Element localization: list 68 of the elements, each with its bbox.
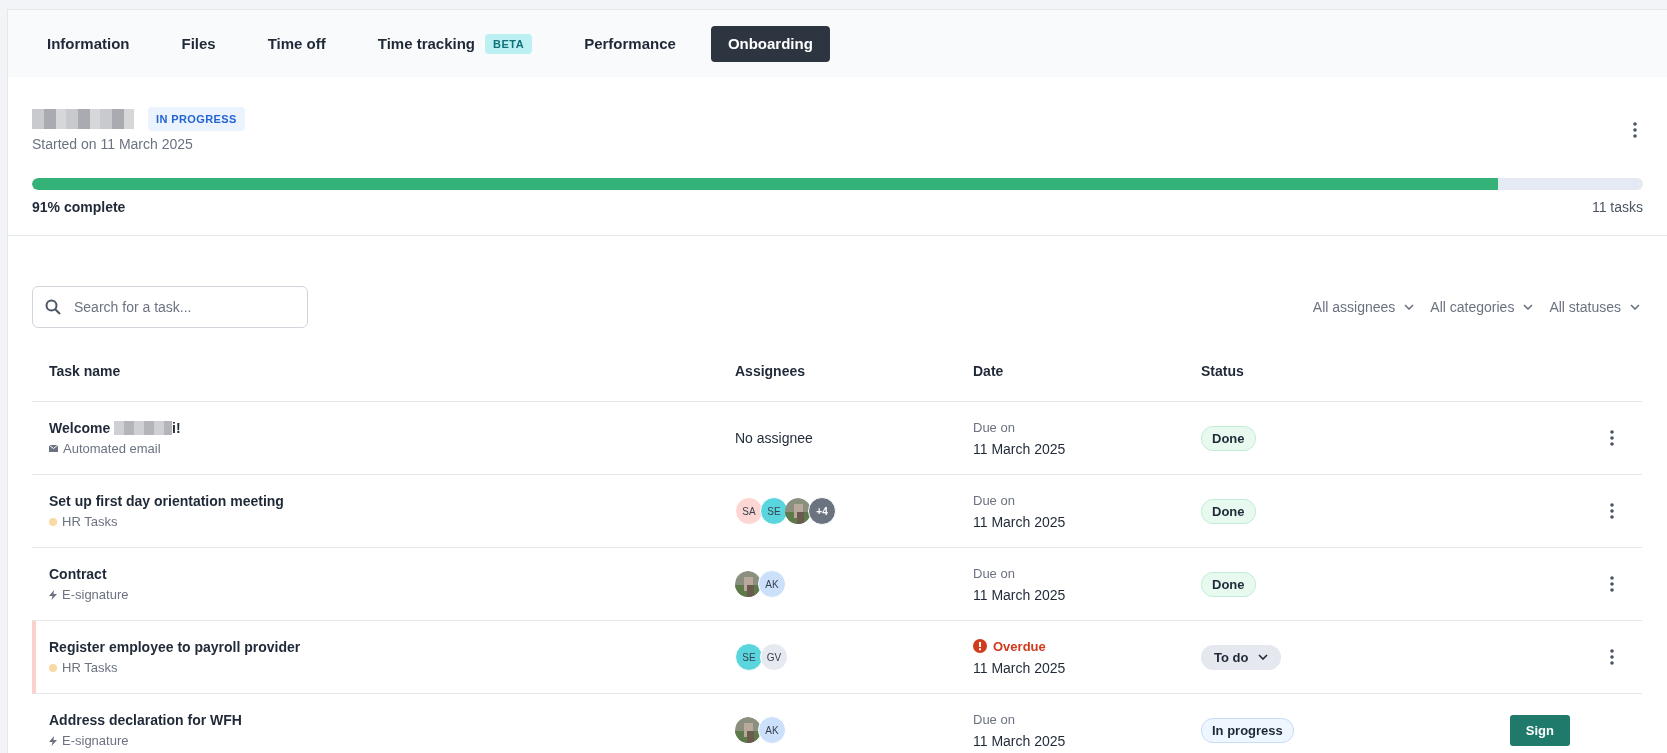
assignee-text: No assignee (735, 430, 813, 446)
sign-button[interactable]: Sign (1509, 714, 1570, 746)
task-category: HR Tasks (62, 660, 118, 675)
tab[interactable]: Performance (567, 25, 693, 62)
avatar: AK (758, 716, 786, 744)
filter-dropdown[interactable]: All statuses (1547, 299, 1642, 315)
tab[interactable]: Time off (250, 25, 343, 62)
chevron-down-icon (1630, 304, 1640, 310)
due-label: Due on (973, 565, 1016, 581)
due-date: 11 March 2025 (973, 732, 1067, 749)
avatar: GV (760, 643, 788, 671)
due-label: Due on (973, 492, 1016, 508)
warning-icon (973, 639, 987, 653)
lightning-icon (49, 735, 57, 746)
due-date: 11 March 2025 (973, 586, 1067, 603)
due-date: 11 March 2025 (973, 513, 1067, 530)
task-category: E-signature (62, 587, 129, 602)
search-icon (45, 299, 61, 315)
task-name: Register employee to payroll provider (49, 639, 302, 655)
column-header: Status (1201, 363, 1245, 379)
avatar: SA (735, 497, 763, 525)
column-header: Task name (49, 363, 122, 379)
avatar: SE (735, 643, 763, 671)
status-badge: Done (1201, 498, 1256, 524)
column-header: Date (973, 363, 1005, 379)
start-date: Started on 11 March 2025 (32, 136, 194, 152)
due-label: Due on (973, 711, 1016, 727)
tab[interactable]: Files (164, 25, 233, 62)
status-badge: Done (1201, 571, 1256, 597)
chevron-down-icon (1523, 304, 1534, 310)
due-date: 11 March 2025 (973, 440, 1067, 457)
status-badge: Done (1201, 425, 1256, 451)
progress-label: 91% complete (32, 199, 126, 215)
tab[interactable]: Onboarding (710, 25, 830, 62)
task-name: Welcome i! (49, 420, 182, 436)
column-header: Assignees (735, 363, 807, 379)
task-name: Contract (49, 566, 108, 582)
overdue-label: Overdue (993, 638, 1046, 654)
filter-dropdown[interactable]: All categories (1428, 299, 1536, 315)
avatar: AK (758, 570, 786, 598)
tab[interactable]: Time tracking BETA (360, 25, 550, 62)
avatar: SE (760, 497, 788, 525)
task-row[interactable]: Address declaration for WFH E-signature AK Due on 11 March 2025 In progress Sign (32, 694, 1642, 753)
more-avatars-badge: +4 (808, 497, 836, 525)
task-category: E-signature (62, 733, 129, 748)
status-badge: IN PROGRESS (148, 107, 245, 131)
due-label: Due on (973, 419, 1016, 435)
task-row[interactable]: Welcome i! Automated email No assignee Due on 11 March 2025 Done (32, 402, 1642, 475)
status-badge: In progress (1201, 717, 1294, 743)
task-name: Set up first day orientation meeting (49, 493, 285, 509)
search-field[interactable]: Search for a task... (32, 286, 308, 328)
redacted-name (114, 421, 173, 435)
due-date: 11 March 2025 (973, 659, 1067, 676)
task-category: HR Tasks (62, 514, 118, 529)
envelope-icon (49, 445, 58, 452)
lightning-icon (49, 589, 57, 600)
task-row[interactable]: Register employee to payroll provider HR Tasks SE GV Overdue 11 March 2025 To do (32, 621, 1642, 694)
chevron-down-icon (1258, 654, 1269, 660)
status-dropdown[interactable]: To do (1201, 644, 1282, 670)
tab[interactable]: Information (30, 25, 147, 62)
task-category: Automated email (63, 441, 161, 456)
chevron-down-icon (1404, 304, 1415, 310)
task-row[interactable]: Set up first day orientation meeting HR Tasks SA SE +4 Due on 11 March 2025 Done (32, 475, 1642, 548)
beta-badge: BETA (485, 33, 533, 54)
task-name: Address declaration for WFH (49, 712, 243, 728)
task-row[interactable]: Contract E-signature AK Due on 11 March 2025 Done (32, 548, 1642, 621)
filter-dropdown[interactable]: All assignees (1310, 299, 1417, 315)
task-count: 11 tasks (1591, 199, 1643, 215)
